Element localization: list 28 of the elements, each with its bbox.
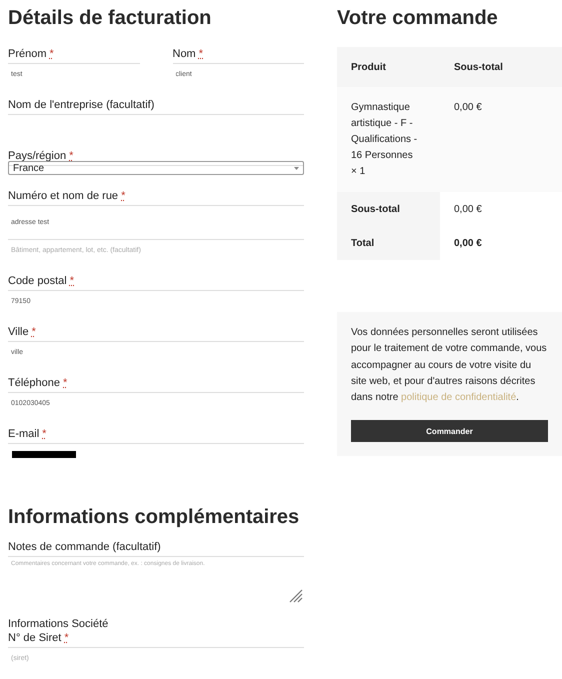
field-label: N° de Siret *: [8, 632, 69, 644]
field-label: E-mail *: [8, 428, 46, 440]
subsection-title: Informations Société: [8, 617, 110, 631]
field-label: Ville *: [8, 326, 36, 338]
section-heading: Informations complémentaires: [8, 505, 300, 530]
redacted-block: [12, 450, 76, 458]
country-select[interactable]: France: [8, 161, 304, 175]
caret-icon: [294, 166, 299, 170]
privacy-text: Vos données personnelles seront utilisées pour le traitement de votre commande, vous accompagner au cours de votre visite du site web, et pour d'autres raisons décrites dans notre politique de confidentialité.: [351, 326, 548, 406]
price-cell: 0,00 €: [440, 87, 562, 192]
total-label: Total: [337, 226, 440, 260]
order-button[interactable]: Commander: [351, 420, 548, 442]
field-label: Nom *: [172, 48, 204, 60]
field-label: Code postal *: [8, 275, 74, 287]
total-value: 0,00 €: [440, 192, 562, 226]
section-heading: Votre commande: [337, 6, 499, 31]
column-header: Produit: [337, 47, 440, 87]
field-label: Numéro et nom de rue *: [8, 190, 126, 202]
field-label: Notes de commande (facultatif): [8, 541, 161, 553]
column-header: Sous-total: [440, 47, 562, 87]
section-heading: Détails de facturation: [8, 6, 212, 31]
field-label: Pays/région *: [8, 150, 74, 162]
field-label: Téléphone *: [8, 377, 68, 389]
total-label: Sous-total: [337, 192, 440, 226]
field-label: Prénom *: [8, 48, 54, 60]
product-cell: Gymnastique artistique - F - Qualifications - 16 Personnes × 1: [337, 87, 440, 192]
resize-grip-icon[interactable]: [289, 589, 303, 603]
field-label: Nom de l'entreprise (facultatif): [8, 99, 154, 111]
